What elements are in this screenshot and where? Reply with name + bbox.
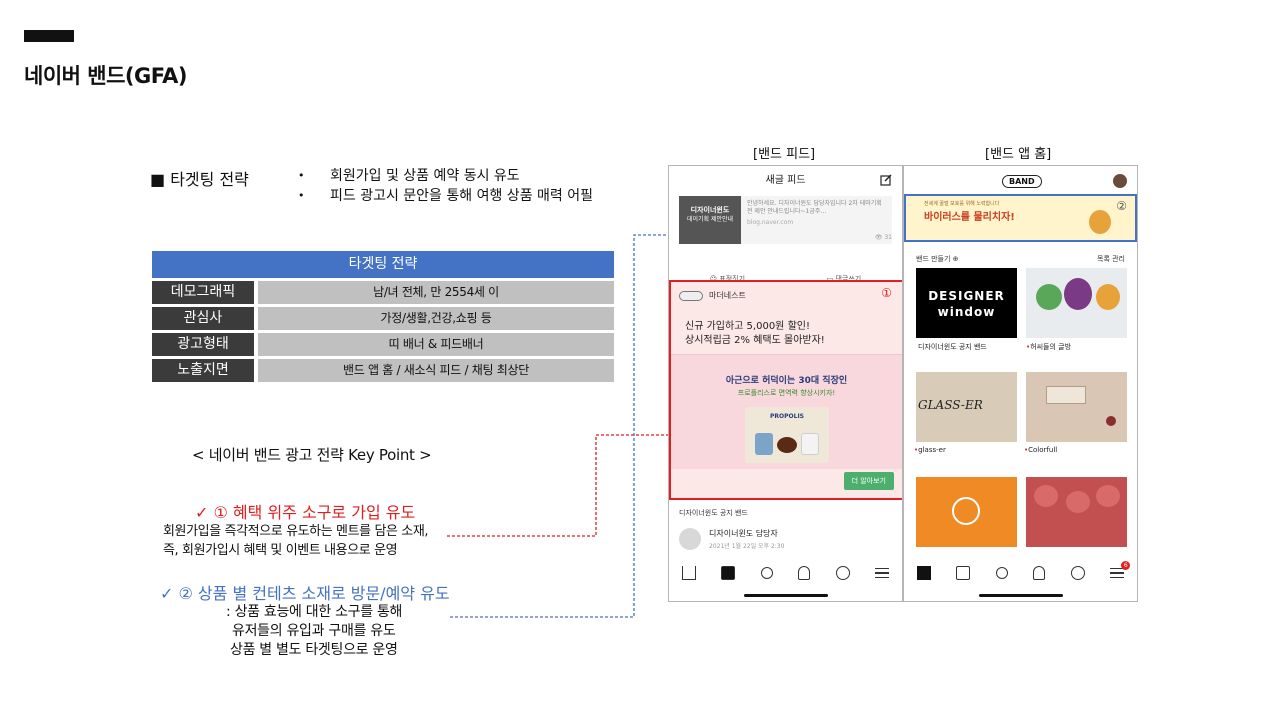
manage-list-button[interactable]: 목록 관리 <box>1097 254 1125 264</box>
home-strip-banner-highlight[interactable]: 전세계 꿀벌 보호를 위해 노력합니다 바이러스를 물리치자! ② <box>904 194 1137 242</box>
band-tile-apple[interactable] <box>1026 477 1127 547</box>
band-tile-church[interactable] <box>916 477 1017 547</box>
feed-preview-card[interactable]: 디자이너윈도 데이기획 제안안내 안녕하세요. 디자이너윈도 담당자입니다 2차… <box>679 196 892 244</box>
gift-icon <box>1036 284 1062 310</box>
band-tile-designer-window[interactable]: DESIGNER window <box>916 268 1017 338</box>
notification-badge: 6 <box>1121 561 1131 570</box>
banner-small-text: 전세계 꿀벌 보호를 위해 노력합니다 <box>924 201 1000 207</box>
jar-icon <box>755 433 773 455</box>
preview-url: blog.naver.com <box>747 219 794 226</box>
gift-icon <box>1096 284 1120 310</box>
tile-label: •허씨들의 글방 <box>1026 343 1072 351</box>
connector-red <box>447 434 668 537</box>
apple-icon <box>1096 485 1120 507</box>
home-indicator <box>979 594 1063 597</box>
preview-thumbnail: 디자이너윈도 데이기획 제안안내 <box>679 196 741 244</box>
feed-icon[interactable] <box>721 566 736 580</box>
gift-icon <box>1064 278 1092 310</box>
ad-marker-2: ② <box>1116 199 1127 213</box>
home-icon[interactable] <box>681 566 696 580</box>
banner-headline: 바이러스를 물리치자! <box>924 212 1015 223</box>
church-icon <box>952 497 980 525</box>
preview-brand: 디자이너윈도 <box>690 206 730 214</box>
feed-header-title: 새글 피드 <box>765 175 806 186</box>
preview-text-block: 안녕하세요. 디자이너윈도 담당자입니다 2차 테마기획전 제안 안내드립니다~… <box>741 196 892 244</box>
ad-brand: 마더네스트 <box>679 290 746 301</box>
tile-label-text: 디자이너윈도 공지 밴드 <box>918 343 987 351</box>
honey-jar-icon <box>1089 210 1111 234</box>
home-phone-label: [밴드 앱 홈] <box>985 147 1052 162</box>
home-header: BAND <box>904 166 1137 196</box>
ad-copy-line: 신규 가입하고 5,000원 할인! <box>685 321 810 332</box>
chat-icon[interactable] <box>835 566 850 580</box>
tile-label-text: 허씨들의 글방 <box>1030 343 1072 351</box>
book-label-icon <box>1046 386 1086 404</box>
feed-header: 새글 피드 <box>669 166 902 196</box>
propolis-icon <box>777 437 797 453</box>
band-logo: BAND <box>1002 175 1042 188</box>
apple-icon <box>1066 491 1090 513</box>
band-home-screenshot: BAND 전세계 꿀벌 보호를 위해 노력합니다 바이러스를 물리치자! ② 밴… <box>903 165 1138 602</box>
band-feed-screenshot: 새글 피드 디자이너윈도 데이기획 제안안내 안녕하세요. 디자이너윈도 담당자… <box>668 165 903 602</box>
product-name: PROPOLIS <box>770 413 804 420</box>
notice-band-label: 디자이너윈도 공지 밴드 <box>679 509 748 517</box>
avatar <box>679 528 701 550</box>
feed-ad-highlight[interactable]: 마더네스트 ① 신규 가입하고 5,000원 할인! 상시적립금 2% 혜택도 … <box>669 280 902 500</box>
bottom-nav <box>669 561 902 585</box>
preview-text: 안녕하세요. 디자이너윈도 담당자입니다 2차 테마기획전 제안 안내드립니다~… <box>747 200 882 215</box>
ad-image-title: 아근으로 허덕이는 30대 직장인 <box>725 376 848 386</box>
tile-label: •Colorfull <box>1024 446 1058 454</box>
product-package: PROPOLIS <box>745 407 829 463</box>
bottom-nav: 6 <box>904 561 1137 585</box>
jar-icon <box>801 433 819 455</box>
home-icon[interactable] <box>916 566 931 580</box>
band-tile-gift[interactable] <box>1026 268 1127 338</box>
feed-post[interactable]: 디자이너윈도 담당자 2021년 1월 22일 오후 2:30 <box>679 528 784 550</box>
edit-icon[interactable] <box>880 174 892 186</box>
post-author: 디자이너윈도 담당자 <box>709 529 778 538</box>
feed-icon[interactable] <box>956 566 971 580</box>
feed-phone-label: [밴드 피드] <box>753 147 816 162</box>
bell-icon[interactable] <box>1033 566 1046 580</box>
tile-label: 디자이너윈도 공지 밴드 <box>918 342 987 352</box>
search-icon[interactable] <box>760 567 773 579</box>
menu-icon[interactable]: 6 <box>1110 561 1131 578</box>
ad-cta-button[interactable]: 더 알아보기 <box>843 472 894 490</box>
view-count-value: 31 <box>884 234 892 241</box>
apple-icon <box>1034 485 1058 507</box>
tile-label-text: glass-er <box>918 446 946 454</box>
create-band-label: 밴드 만들기 <box>916 255 951 263</box>
post-meta: 디자이너윈도 담당자 2021년 1월 22일 오후 2:30 <box>709 528 784 550</box>
tile-label: •glass-er <box>914 446 946 454</box>
ad-copy-line: 상시적립금 2% 혜택도 몰아받자! <box>685 335 825 346</box>
view-count: 👁 31 <box>874 234 892 241</box>
home-indicator <box>744 594 828 597</box>
post-date: 2021년 1월 22일 오후 2:30 <box>709 543 785 550</box>
brand-logo-icon <box>679 290 703 301</box>
preview-sub: 데이기획 제안안내 <box>686 216 734 223</box>
tile-label-text: Colorfull <box>1028 446 1058 454</box>
book-clasp-icon <box>1106 416 1116 426</box>
ad-creative-image: 아근으로 허덕이는 30대 직장인 프로폴리스로 면역력 향상시키자! PROP… <box>671 354 902 469</box>
ad-marker-1: ① <box>881 286 892 300</box>
band-tile-colorfull[interactable] <box>1026 372 1127 442</box>
menu-icon[interactable] <box>875 568 890 578</box>
ad-brand-name: 마더네스트 <box>709 291 746 300</box>
ad-image-subtitle: 프로폴리스로 면역력 향상시키자! <box>737 389 836 397</box>
search-icon[interactable] <box>995 567 1008 579</box>
ad-copy: 신규 가입하고 5,000원 할인! 상시적립금 2% 혜택도 몰아받자! <box>685 320 825 348</box>
chat-icon[interactable] <box>1070 566 1085 580</box>
bell-icon[interactable] <box>798 566 811 580</box>
create-band-button[interactable]: 밴드 만들기 ⊕ <box>916 254 959 264</box>
avatar[interactable] <box>1113 174 1127 188</box>
band-tile-glass-er[interactable]: GLASS-ER <box>916 372 1017 442</box>
